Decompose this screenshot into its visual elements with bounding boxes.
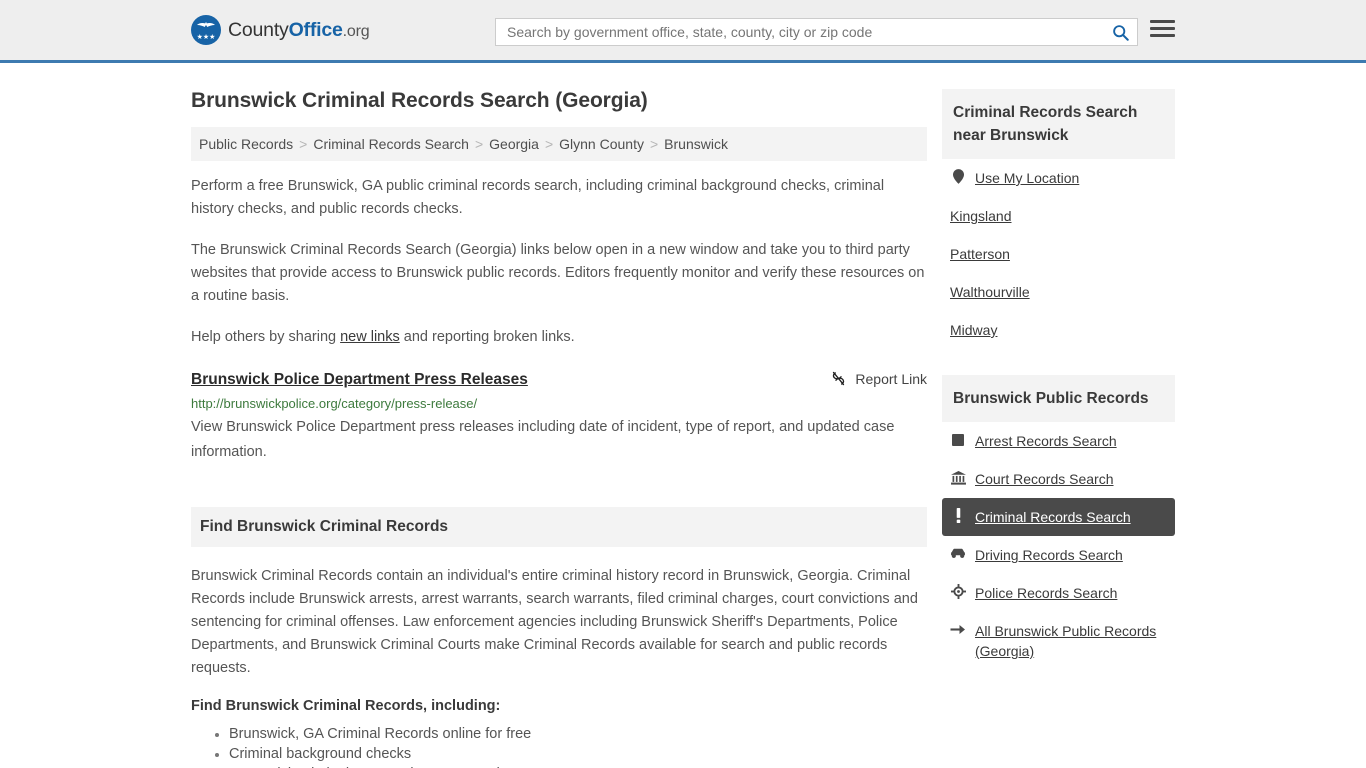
sidebar-item-patterson[interactable]: Patterson	[942, 235, 1175, 273]
map-pin-icon	[950, 168, 966, 185]
breadcrumb-item-criminal-records-search[interactable]: Criminal Records Search	[313, 136, 469, 152]
search-button[interactable]	[1103, 19, 1137, 45]
police-badge-icon	[950, 583, 966, 600]
find-records-heading: Find Brunswick Criminal Records	[200, 518, 449, 535]
page-container: Brunswick Criminal Records Search (Georg…	[0, 63, 1366, 768]
breadcrumb-separator: >	[299, 136, 308, 152]
result-description: View Brunswick Police Department press r…	[191, 419, 895, 460]
stars-glyph: ★★★	[196, 33, 216, 41]
eagle-glyph	[197, 22, 215, 27]
breadcrumb: Public Records > Criminal Records Search…	[191, 127, 927, 161]
logo-wordmark: CountyOffice.org	[228, 18, 370, 42]
search-bar[interactable]	[495, 18, 1138, 46]
sidebar-near-list: Use My Location Kingsland Patterson Walt…	[942, 159, 1175, 349]
sidebar-near-heading-bar: Criminal Records Search near Brunswick	[942, 89, 1175, 159]
description-paragraph: The Brunswick Criminal Records Search (G…	[191, 242, 925, 304]
sidebar-near-link[interactable]: Midway	[950, 320, 997, 340]
sidebar: Criminal Records Search near Brunswick U…	[942, 63, 1175, 768]
hamburger-bar	[1150, 34, 1175, 37]
list-item: Brunswick, GA Criminal Records online fo…	[229, 724, 927, 744]
sidebar-near-link[interactable]: Patterson	[950, 244, 1010, 264]
exclamation-icon	[950, 507, 966, 524]
sidebar-records-heading-bar: Brunswick Public Records	[942, 375, 1175, 422]
search-input[interactable]	[496, 19, 1103, 45]
sidebar-near-heading: Criminal Records Search near Brunswick	[953, 104, 1138, 144]
breadcrumb-item-glynn-county[interactable]: Glynn County	[559, 136, 644, 152]
sidebar-item-all-public-records[interactable]: All Brunswick Public Records (Georgia)	[942, 612, 1175, 670]
sidebar-near-link[interactable]: Use My Location	[975, 168, 1079, 188]
site-logo[interactable]: ★★★ CountyOffice.org	[191, 15, 370, 45]
sidebar-near-link[interactable]: Kingsland	[950, 206, 1012, 226]
share-prefix: Help others by sharing	[191, 329, 341, 345]
find-records-section-bar: Find Brunswick Criminal Records	[191, 507, 927, 547]
sidebar-records-list: Arrest Records Search Court Records Sear…	[942, 422, 1175, 670]
find-records-paragraph: Brunswick Criminal Records contain an in…	[191, 568, 918, 676]
breadcrumb-separator: >	[649, 136, 659, 152]
find-records-list: Brunswick, GA Criminal Records online fo…	[191, 724, 927, 768]
sidebar-item-criminal-records-search[interactable]: Criminal Records Search	[942, 498, 1175, 536]
sidebar-records-heading: Brunswick Public Records	[953, 390, 1149, 407]
main-content: Brunswick Criminal Records Search (Georg…	[191, 63, 927, 768]
arrow-right-icon	[950, 621, 966, 638]
search-icon	[1112, 24, 1129, 41]
broken-link-icon	[833, 371, 845, 386]
share-suffix: and reporting broken links.	[399, 329, 575, 345]
jail-block-icon	[950, 431, 966, 448]
sidebar-item-use-my-location[interactable]: Use My Location	[942, 159, 1175, 197]
logo-text-office: Office	[288, 18, 343, 41]
breadcrumb-item-georgia[interactable]: Georgia	[489, 136, 539, 152]
result-header-row: Brunswick Police Department Press Releas…	[191, 369, 927, 391]
sidebar-item-walthourville[interactable]: Walthourville	[942, 273, 1175, 311]
hamburger-bar	[1150, 20, 1175, 23]
breadcrumb-separator: >	[474, 136, 484, 152]
sidebar-item-kingsland[interactable]: Kingsland	[942, 197, 1175, 235]
sidebar-records-link[interactable]: All Brunswick Public Records (Georgia)	[975, 621, 1167, 661]
report-link-button[interactable]: Report Link	[830, 369, 927, 387]
list-item: Brunswick criminal court and arrest reco…	[229, 764, 927, 768]
sidebar-near-link[interactable]: Walthourville	[950, 282, 1030, 302]
hamburger-menu-icon[interactable]	[1150, 20, 1175, 37]
result-title-link[interactable]: Brunswick Police Department Press Releas…	[191, 369, 528, 391]
sidebar-records-link[interactable]: Court Records Search	[975, 469, 1114, 489]
site-header: ★★★ CountyOffice.org	[0, 0, 1366, 63]
sidebar-records-link[interactable]: Driving Records Search	[975, 545, 1123, 565]
sidebar-records-link[interactable]: Police Records Search	[975, 583, 1117, 603]
sidebar-item-court-records-search[interactable]: Court Records Search	[942, 460, 1175, 498]
car-icon	[950, 545, 966, 562]
share-paragraph: Help others by sharing new links and rep…	[191, 326, 927, 349]
find-records-list-heading: Find Brunswick Criminal Records, includi…	[191, 698, 501, 714]
breadcrumb-item-brunswick[interactable]: Brunswick	[664, 136, 728, 152]
eagle-seal-icon: ★★★	[191, 15, 221, 45]
result-link-block: Brunswick Police Department Press Releas…	[191, 369, 927, 465]
breadcrumb-separator: >	[544, 136, 554, 152]
list-item: Criminal background checks	[229, 744, 927, 764]
sidebar-item-midway[interactable]: Midway	[942, 311, 1175, 349]
sidebar-records-link[interactable]: Arrest Records Search	[975, 431, 1117, 451]
logo-text-org: .org	[342, 22, 370, 40]
intro-paragraph: Perform a free Brunswick, GA public crim…	[191, 178, 885, 217]
sidebar-item-driving-records-search[interactable]: Driving Records Search	[942, 536, 1175, 574]
courthouse-icon	[950, 469, 966, 486]
sidebar-item-arrest-records-search[interactable]: Arrest Records Search	[942, 422, 1175, 460]
hamburger-bar	[1150, 27, 1175, 30]
breadcrumb-item-public-records[interactable]: Public Records	[199, 136, 293, 152]
result-url-link[interactable]: http://brunswickpolice.org/category/pres…	[191, 394, 927, 413]
sidebar-records-link[interactable]: Criminal Records Search	[975, 507, 1131, 527]
page-title: Brunswick Criminal Records Search (Georg…	[191, 89, 648, 112]
logo-text-county: County	[228, 18, 289, 41]
new-links-link[interactable]: new links	[340, 329, 400, 345]
report-link-label: Report Link	[855, 370, 927, 387]
sidebar-item-police-records-search[interactable]: Police Records Search	[942, 574, 1175, 612]
